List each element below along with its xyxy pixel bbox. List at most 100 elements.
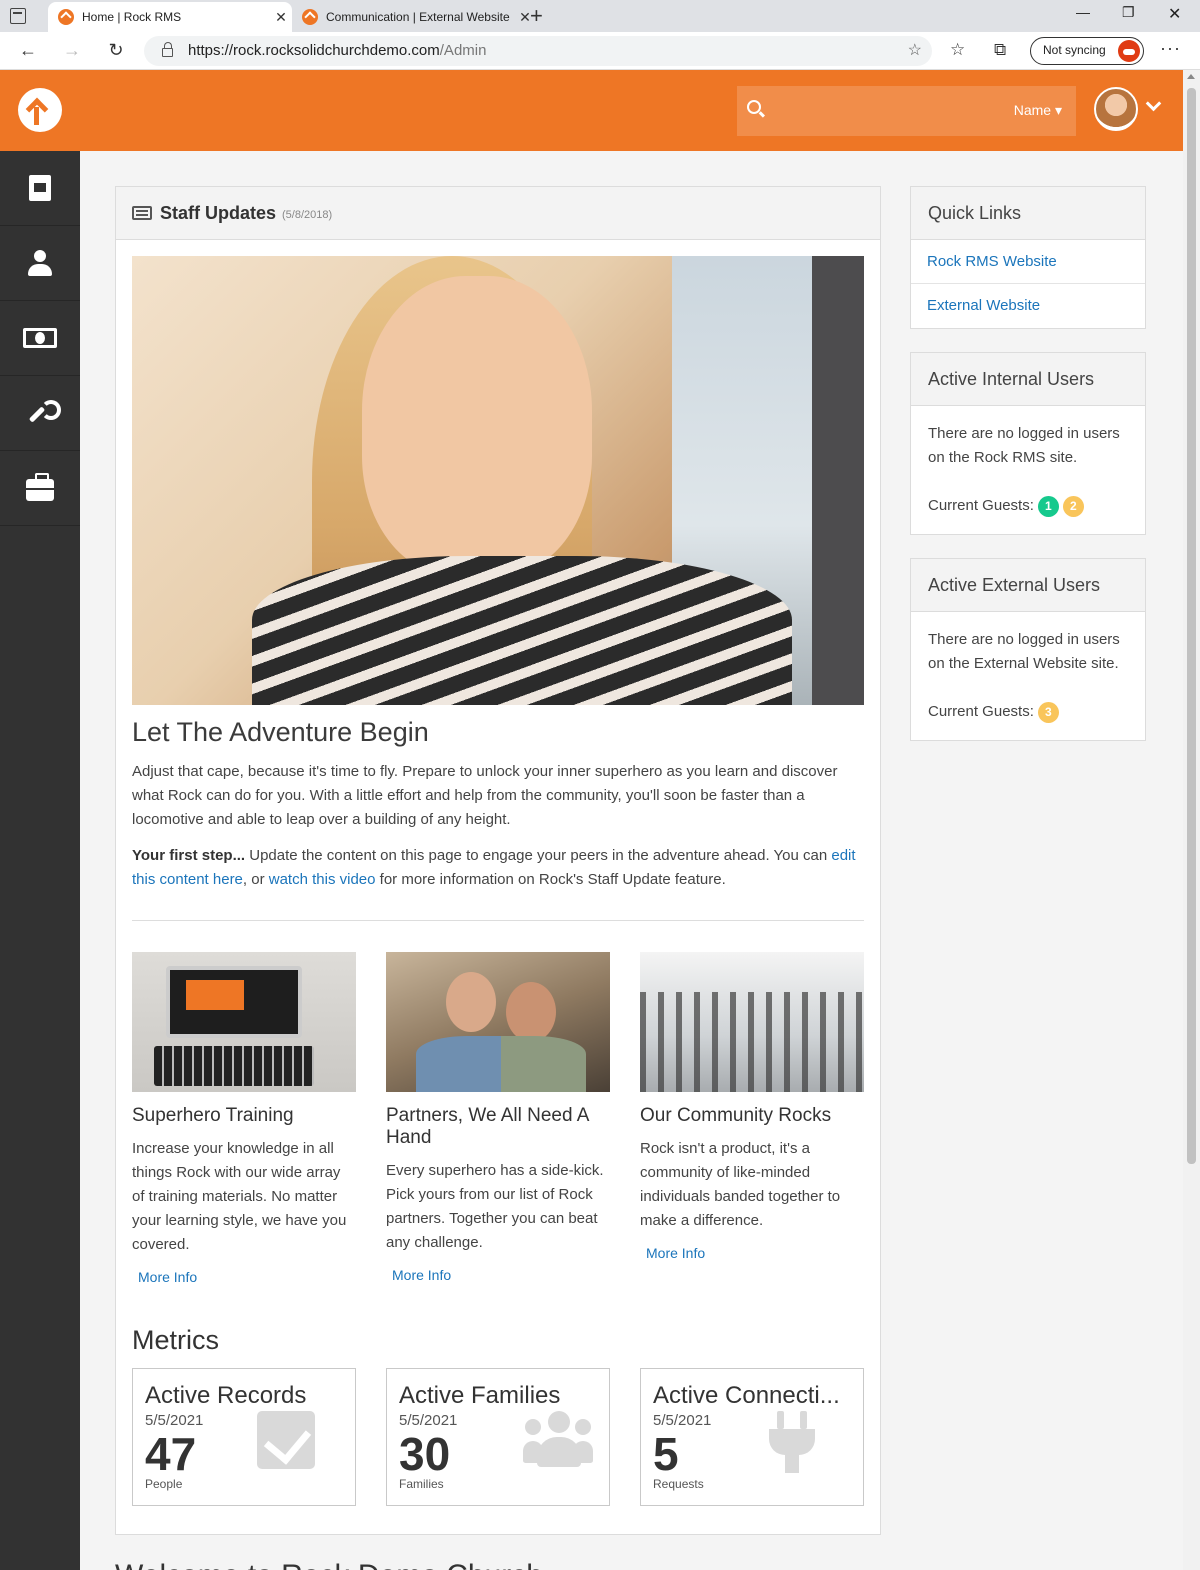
article-paragraph-first-step: Your first step... Update the content on… (132, 844, 864, 892)
feature-card-training: Superhero Training Increase your knowled… (132, 952, 356, 1287)
panel-title: Active Internal Users (911, 353, 1145, 406)
more-info-link[interactable]: More Info (138, 1269, 197, 1285)
active-external-users-panel: Active External Users There are no logge… (910, 558, 1146, 741)
card-body: Increase your knowledge in all things Ro… (132, 1140, 347, 1253)
book-icon (29, 175, 51, 201)
chevron-down-icon[interactable] (1145, 95, 1162, 112)
feature-card-community: Our Community Rocks Rock isn't a product… (640, 952, 864, 1263)
sidebar-item-tools[interactable] (0, 451, 80, 526)
metric-unit: People (145, 1477, 183, 1491)
active-internal-users-panel: Active Internal Users There are no logge… (910, 352, 1146, 535)
current-guests: Current Guests: 3 (928, 700, 1128, 724)
sync-label: Not syncing (1043, 43, 1106, 57)
quick-link-rock-rms-website[interactable]: Rock RMS Website (911, 240, 1145, 284)
staff-updates-panel: Staff Updates (5/8/2018) Let The Adventu… (115, 186, 881, 1535)
lock-icon (162, 42, 173, 57)
more-options-icon[interactable]: ··· (1160, 38, 1181, 59)
metric-title: Active Families (399, 1382, 561, 1409)
browser-tab-communication[interactable]: Communication | External Website ✕ (292, 2, 536, 32)
search-bar: Name ▾ (737, 86, 1076, 136)
search-filter-dropdown[interactable]: Name ▾ (1014, 102, 1062, 119)
minimize-icon[interactable]: — (1076, 4, 1090, 20)
first-step-label: Your first step... (132, 847, 246, 864)
search-icon[interactable] (747, 100, 761, 114)
tab-title: Home | Rock RMS (82, 10, 182, 24)
briefcase-icon (26, 473, 54, 501)
money-icon (23, 328, 57, 348)
feature-card-partners: Partners, We All Need A Hand Every super… (386, 952, 610, 1285)
watch-video-link[interactable]: watch this video (269, 871, 376, 888)
browser-tab-home[interactable]: Home | Rock RMS ✕ (48, 2, 292, 32)
close-window-icon[interactable]: ✕ (1168, 4, 1181, 24)
panel-title: Active External Users (911, 559, 1145, 612)
paragraph-text: , or (242, 871, 269, 888)
card-title: Our Community Rocks (640, 1105, 832, 1126)
new-tab-icon[interactable]: + (530, 3, 543, 29)
metric-title: Active Records (145, 1382, 307, 1409)
metric-active-records[interactable]: Active Records 5/5/2021 47 People (132, 1368, 356, 1506)
page-scrollbar[interactable] (1183, 70, 1200, 1570)
metric-active-connections[interactable]: Active Connecti... 5/5/2021 5 Requests (640, 1368, 864, 1506)
wrench-icon (27, 400, 61, 426)
quick-link-external-website[interactable]: External Website (911, 284, 1145, 328)
guest-count-badge: 2 (1062, 495, 1084, 517)
metric-active-families[interactable]: Active Families 5/5/2021 30 Families (386, 1368, 610, 1506)
card-title: Superhero Training (132, 1105, 294, 1126)
card-title: Partners, We All Need A Hand (386, 1105, 589, 1148)
url-field[interactable]: https://rock.rocksolidchurchdemo.com/Adm… (144, 36, 932, 66)
panel-date: (5/8/2018) (282, 208, 333, 221)
profile-sync-button[interactable]: Not syncing (1030, 37, 1144, 65)
panel-header: Staff Updates (5/8/2018) (116, 187, 880, 240)
rock-logo-icon[interactable] (18, 88, 62, 132)
guest-count-badge: 1 (1037, 495, 1059, 517)
metric-unit: Requests (653, 1477, 704, 1491)
user-avatar[interactable] (1094, 87, 1138, 131)
back-arrow-icon[interactable]: ← (16, 40, 40, 61)
rock-favicon-icon (302, 9, 318, 25)
window-menu-icon[interactable] (10, 8, 26, 24)
guests-label: Current Guests: (928, 497, 1034, 514)
add-favorite-icon[interactable]: ☆ (908, 36, 922, 66)
more-info-link[interactable]: More Info (392, 1267, 451, 1283)
site-header: Name ▾ (0, 70, 1183, 151)
browser-address-bar: ← → ↻ https://rock.rocksolidchurchdemo.c… (0, 32, 1200, 70)
panel-title: Staff Updates (160, 202, 277, 223)
hero-image (132, 256, 864, 705)
collections-icon[interactable]: ⧉ (994, 40, 1006, 60)
browser-tab-bar: Home | Rock RMS ✕ Communication | Extern… (0, 0, 1200, 32)
scroll-up-arrow-icon[interactable] (1187, 74, 1195, 79)
card-body: Every superhero has a side-kick. Pick yo… (386, 1162, 604, 1251)
sidebar (0, 151, 80, 1570)
article-paragraph: Adjust that cape, because it's time to f… (132, 763, 838, 828)
training-image (132, 952, 356, 1092)
forward-arrow-icon[interactable]: → (60, 40, 84, 61)
metric-title: Active Connecti... (653, 1382, 840, 1409)
current-guests: Current Guests: 1 2 (928, 494, 1128, 518)
favorites-icon[interactable]: ☆ (950, 40, 965, 60)
scroll-thumb[interactable] (1187, 88, 1196, 1164)
tab-close-icon[interactable]: ✕ (270, 9, 292, 26)
quick-links-panel: Quick Links Rock RMS Website External We… (910, 186, 1146, 329)
sidebar-item-admin-tools[interactable] (0, 376, 80, 451)
guest-count-badge: 3 (1037, 701, 1059, 723)
more-info-link[interactable]: More Info (646, 1245, 705, 1261)
paragraph-text: for more information on Rock's Staff Upd… (375, 871, 726, 888)
url-host: https://rock.rocksolidchurchdemo.com (188, 42, 440, 59)
search-input[interactable] (773, 96, 993, 126)
plug-icon (767, 1411, 817, 1473)
sidebar-item-people[interactable] (0, 226, 80, 301)
users-icon (523, 1411, 593, 1469)
article-heading: Let The Adventure Begin (132, 717, 429, 747)
check-square-icon (257, 1411, 315, 1469)
tab-title: Communication | External Website (326, 10, 510, 24)
newspaper-icon (132, 206, 152, 220)
reload-icon[interactable]: ↻ (104, 40, 128, 61)
sidebar-item-finance[interactable] (0, 301, 80, 376)
guests-label: Current Guests: (928, 703, 1034, 720)
restore-icon[interactable]: ❐ (1122, 4, 1135, 21)
person-icon (28, 250, 52, 276)
metric-value: 5 (653, 1428, 679, 1480)
no-users-message: There are no logged in users on the Rock… (928, 425, 1120, 466)
sidebar-item-content[interactable] (0, 151, 80, 226)
rock-favicon-icon (58, 9, 74, 25)
